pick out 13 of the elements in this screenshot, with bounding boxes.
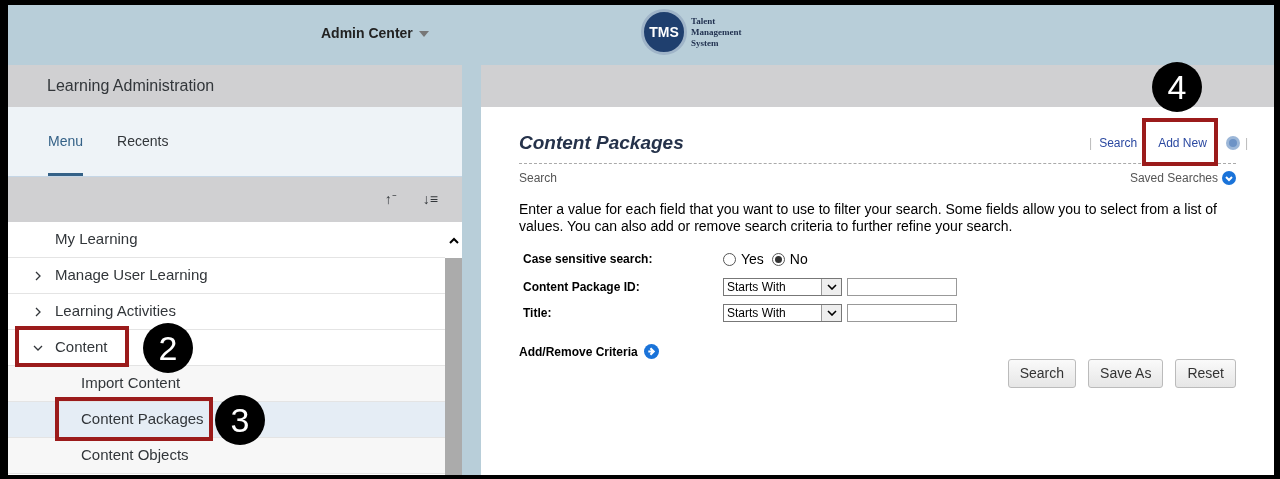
logo: TMS [641,9,687,55]
separator: | [1089,134,1093,152]
radio-label: No [789,249,808,269]
panel-title: Learning Administration [47,76,215,96]
logo-caption: Talent Management System [691,15,742,49]
radio-label: Yes [741,249,764,269]
field-label: Case sensitive search: [523,251,654,268]
instructions: Enter a value for each field that you want to use to filter your search. Some fields allow you to select from a list of values. You can also add or remove search criteria to further refine your search. [519,200,1218,235]
section-label: Search [519,169,558,187]
field-label: Title: [523,304,553,322]
page-title: Content Packages [519,131,684,155]
separator: | [1244,134,1248,152]
field-label: Content Package ID: [523,278,641,296]
